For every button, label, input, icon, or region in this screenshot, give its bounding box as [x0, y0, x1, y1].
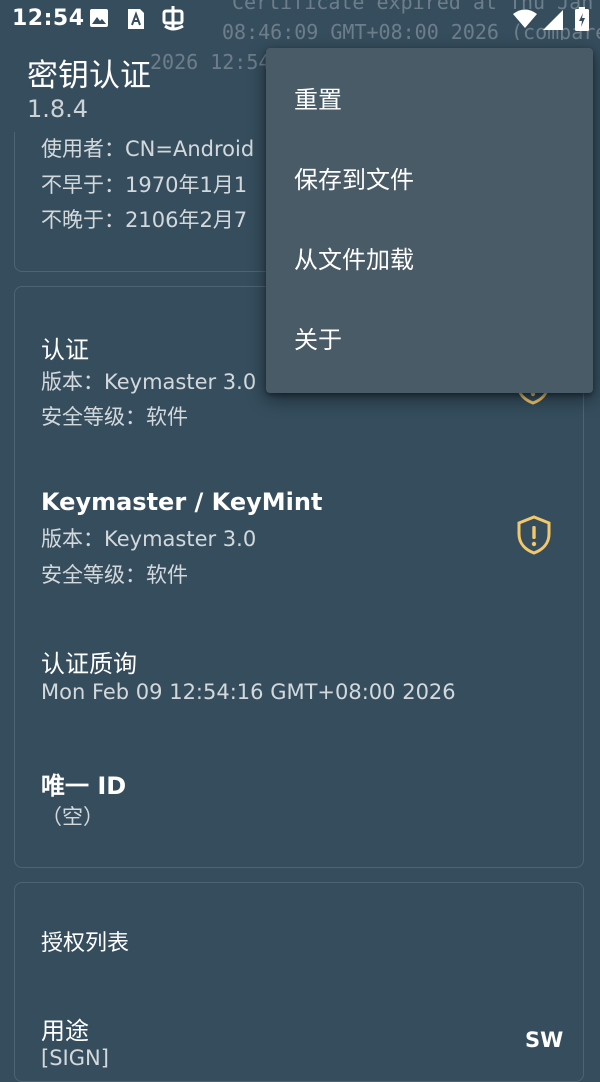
overflow-menu: 重置 保存到文件 从文件加载 关于	[266, 48, 593, 393]
menu-item-reset[interactable]: 重置	[266, 60, 593, 140]
menu-item-load-from-file[interactable]: 从文件加载	[266, 220, 593, 300]
status-bar: 12:54	[0, 0, 600, 40]
keymaster-security-level: 安全等级：软件	[41, 563, 188, 587]
security-level-badge: SW	[525, 1028, 564, 1052]
purpose-value: [SIGN]	[41, 1046, 109, 1070]
attestation-security-level: 安全等级：软件	[41, 405, 188, 429]
battery-charging-icon	[575, 7, 589, 35]
app-title: 密钥认证	[27, 58, 151, 94]
app-version: 1.8.4	[27, 95, 89, 123]
wifi-icon	[513, 9, 537, 33]
bug-icon	[160, 4, 186, 36]
purpose-title: 用途	[41, 1017, 89, 1045]
cert-not-before: 不早于：1970年1月1	[41, 173, 248, 197]
authorization-list-title: 授权列表	[41, 931, 130, 956]
attestation-title: 认证	[41, 336, 89, 364]
attestation-version: 版本：Keymaster 3.0	[41, 370, 257, 394]
status-time: 12:54	[12, 6, 85, 31]
image-icon	[89, 8, 109, 32]
font-a-icon	[126, 8, 146, 34]
cert-not-after: 不晚于：2106年2月7	[41, 208, 248, 232]
challenge-title: 认证质询	[41, 650, 137, 678]
shield-warning-icon	[516, 515, 552, 555]
authorization-list-card[interactable]: 授权列表 用途 [SIGN]	[14, 882, 584, 1082]
menu-item-about[interactable]: 关于	[266, 300, 593, 380]
unique-id-value: （空）	[41, 805, 104, 829]
unique-id-title: 唯一 ID	[41, 772, 127, 800]
menu-item-save-to-file[interactable]: 保存到文件	[266, 140, 593, 220]
signal-icon	[543, 10, 563, 34]
cert-subject: 使用者：CN=Android	[41, 137, 255, 161]
keymaster-title: Keymaster / KeyMint	[41, 488, 323, 516]
challenge-value: Mon Feb 09 12:54:16 GMT+08:00 2026	[41, 680, 456, 704]
keymaster-version: 版本：Keymaster 3.0	[41, 527, 257, 551]
